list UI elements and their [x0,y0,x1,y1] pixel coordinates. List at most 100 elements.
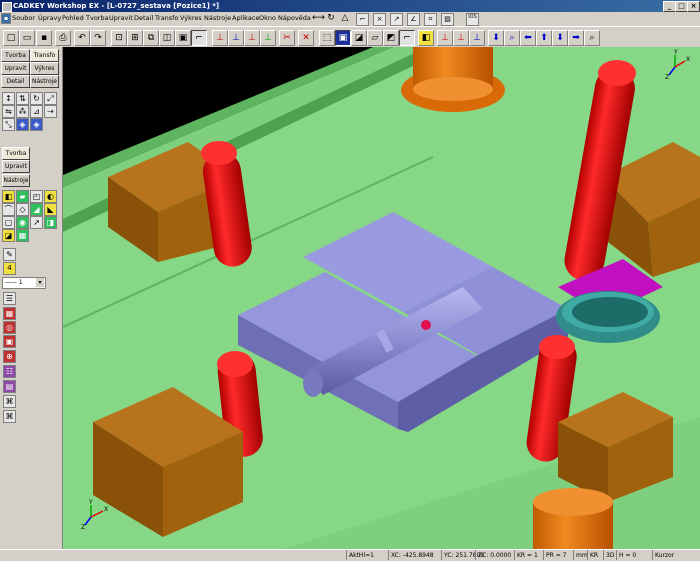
tab-vykres[interactable]: Výkres [30,62,59,75]
view-top-icon[interactable]: ⊞ [127,30,143,46]
transform-mirror-icon[interactable]: ⇋ [2,105,15,118]
view-front-icon[interactable]: ⊡ [111,30,127,46]
transform-blue2-icon[interactable]: ◈ [30,118,43,131]
axis-w-icon[interactable]: ⊥ [260,30,276,46]
create-draft-icon[interactable]: ◪ [2,229,15,242]
zoom-search-icon[interactable]: ⌕ [584,30,600,46]
tab-nastroje[interactable]: Nástroje [30,75,59,88]
redo-icon[interactable]: ↷ [90,30,106,46]
dimension-x-icon[interactable]: × [373,13,386,26]
wireframe-icon[interactable]: ▱ [367,30,383,46]
view-cube-icon[interactable]: ▣ [175,30,191,46]
transform-align-icon[interactable]: ⊿ [30,105,43,118]
create-solid-icon[interactable]: ▰ [16,190,29,203]
menu-soubor[interactable]: Soubor [12,14,35,22]
axis-z-icon[interactable]: ⊥ [244,30,260,46]
print-icon[interactable]: ⎙ [55,30,71,46]
render-icon[interactable]: ⌐ [399,30,415,46]
tab-tvorba-2[interactable]: Tvorba [2,147,30,160]
red-symbol-icon[interactable]: ⊕ [3,350,16,363]
tab-transfo[interactable]: Transfo [30,49,59,62]
create-sweep-icon[interactable]: ⌒ [2,203,15,216]
menu-pohled[interactable]: Pohled [62,14,84,22]
create-boolean-icon[interactable]: ▦ [16,229,29,242]
cad-viewport[interactable]: Y X Z Y X Z [63,47,700,549]
tab-upravit-2[interactable]: Upravit [2,160,30,173]
text-ios-icon[interactable]: IOS [466,13,479,26]
transform-blue-icon[interactable]: ◈ [16,118,29,131]
view-side-icon[interactable]: ⧉ [143,30,159,46]
view-iso-icon[interactable]: ◫ [159,30,175,46]
transform-stretch-icon[interactable]: ⤡ [2,118,15,131]
tab-nastroje-2[interactable]: Nástroje [2,174,30,187]
menu-vykres[interactable]: Výkres [180,14,202,22]
hatch-icon[interactable]: ▨ [441,13,454,26]
angle-icon[interactable]: ∠ [407,13,420,26]
pan-right-icon[interactable]: ➡ [568,30,584,46]
pan-up-icon[interactable]: ⬆ [536,30,552,46]
redraw-icon[interactable]: ✕ [298,30,314,46]
create-hole-icon[interactable]: ◉ [16,216,29,229]
view-sel-icon[interactable]: ⌐ [191,30,207,46]
pen-icon[interactable]: ✎ [3,248,16,261]
snap-grid-icon[interactable]: ⌗ [424,13,437,26]
purple-grid-icon[interactable]: ▤ [3,380,16,393]
cut-icon[interactable]: ✂ [279,30,295,46]
create-extrude-icon[interactable]: ◰ [30,190,43,203]
move-arrows-icon[interactable]: ⟷ [312,13,325,24]
doc-icon[interactable]: ▪ [1,13,11,24]
measure-icon[interactable]: ⌐ [356,13,369,26]
tab-tvorba[interactable]: Tvorba [1,49,30,62]
close-button[interactable]: × [687,1,700,12]
create-rib-icon[interactable]: ◨ [44,216,57,229]
create-shell-icon[interactable]: ▢ [2,216,15,229]
chevron-down-icon[interactable]: ▾ [36,278,44,287]
transform-rotate-icon[interactable]: ↻ [30,92,43,105]
pan-down-icon[interactable]: ⬇ [552,30,568,46]
create-pattern-icon[interactable]: ↗ [30,216,43,229]
tab-upravit[interactable]: Upravit [1,62,30,75]
menu-upravit[interactable]: Upravit [109,14,133,22]
level-value[interactable]: 4 [3,262,16,275]
rotate-icon[interactable]: ↻ [326,13,336,24]
create-revolve-icon[interactable]: ◐ [44,190,57,203]
tool-a-icon[interactable]: ⌘ [3,395,16,408]
layer-stack-icon[interactable]: ☰ [3,292,16,305]
menu-napoveda[interactable]: Nápověda [278,14,311,22]
transform-scale-icon[interactable]: ⤢ [44,92,57,105]
purple-list-icon[interactable]: ☷ [3,365,16,378]
dimension-y-icon[interactable]: ↗ [390,13,403,26]
menu-aplikace[interactable]: Aplikace [232,14,259,22]
axis-y-icon[interactable]: ⊥ [228,30,244,46]
zoom-lens-icon[interactable]: ⌕ [504,30,520,46]
menu-detail[interactable]: Detail [134,14,153,22]
arrow-down-icon[interactable]: ⬇ [488,30,504,46]
zoom-window-icon[interactable]: ⬚ [319,30,335,46]
create-loft-icon[interactable]: ◇ [16,203,29,216]
red-target-icon[interactable]: ◎ [3,321,16,334]
save-icon[interactable]: ▪ [36,30,52,46]
menu-tvorba[interactable]: Tvorba [86,14,109,22]
undo-icon[interactable]: ↶ [74,30,90,46]
axis-a-icon[interactable]: ⊥ [437,30,453,46]
menu-nastroje[interactable]: Nástroje [204,14,231,22]
new-file-icon[interactable]: □ [3,30,19,46]
shade-icon[interactable]: ◩ [383,30,399,46]
menu-okno[interactable]: Okno [259,14,276,22]
create-chamfer-icon[interactable]: ◣ [44,203,57,216]
layer-icon[interactable]: ◧ [418,30,434,46]
transform-move-icon[interactable]: ↕ [2,92,15,105]
triangle-icon[interactable]: △ [340,13,350,24]
create-sketch-icon[interactable]: ◧ [2,190,15,203]
tool-b-icon[interactable]: ⌘ [3,410,16,423]
tab-detail[interactable]: Detail [1,75,30,88]
open-folder-icon[interactable]: ▭ [19,30,35,46]
axis-c-icon[interactable]: ⊥ [469,30,485,46]
hidden-line-icon[interactable]: ◪ [351,30,367,46]
menu-transfo[interactable]: Transfo [155,14,178,22]
create-fillet-icon[interactable]: ◢ [30,203,43,216]
red-frame-icon[interactable]: ▣ [3,335,16,348]
red-grid-icon[interactable]: ▦ [3,307,16,320]
menu-upravy[interactable]: Úpravy [38,14,61,22]
pan-left-icon[interactable]: ⬅ [520,30,536,46]
